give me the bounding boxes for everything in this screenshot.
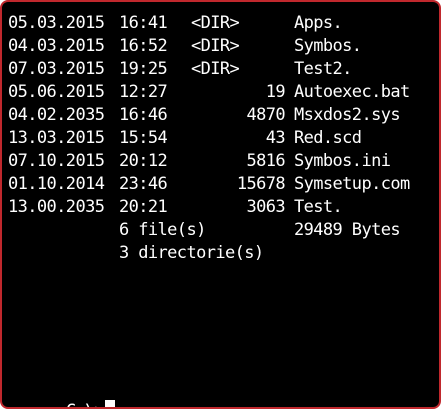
summary-dirs-row: 3 directorie(s) <box>8 242 433 265</box>
entry-date: 01.10.2014 <box>8 174 105 194</box>
entry-size: 43 <box>265 128 286 148</box>
entry-time: 15:54 <box>119 128 168 148</box>
entry-date: 04.03.2015 <box>8 36 105 56</box>
entry-date: 13.00.2035 <box>8 197 105 217</box>
entry-time: 20:12 <box>119 151 168 171</box>
directory-count: 3 directorie(s) <box>119 243 264 263</box>
entry-name: Red.scd <box>294 128 362 148</box>
entry-size: 3063 <box>246 197 285 217</box>
entry-name: Test2. <box>294 59 352 79</box>
entry-date: 13.03.2015 <box>8 128 105 148</box>
entry-name: Autoexec.bat <box>294 82 410 102</box>
listing-row: 13.00.2035 20:21 3063 Test. <box>8 196 433 219</box>
entry-size: 5816 <box>246 151 285 171</box>
entry-time: 19:25 <box>119 59 168 79</box>
entry-date: 05.06.2015 <box>8 82 105 102</box>
entry-name: Symsetup.com <box>294 174 410 194</box>
entry-time: 16:52 <box>119 36 168 56</box>
entry-size: 19 <box>265 82 286 102</box>
listing-row: 13.03.2015 15:54 43 Red.scd <box>8 127 433 150</box>
entry-name: Symbos.ini <box>294 151 391 171</box>
listing-row: 05.06.2015 12:27 19 Autoexec.bat <box>8 81 433 104</box>
listing-row: 04.03.2015 16:52 <DIR> Symbos. <box>8 35 433 58</box>
entry-name: Apps. <box>294 13 343 33</box>
entry-size: 15678 <box>236 174 286 194</box>
listing-row: 07.10.2015 20:12 5816 Symbos.ini <box>8 150 433 173</box>
listing-row: 04.02.2035 16:46 4870 Msxdos2.sys <box>8 104 433 127</box>
listing-row: 05.03.2015 16:41 <DIR> Apps. <box>8 12 433 35</box>
entry-time: 16:41 <box>119 13 168 33</box>
command-prompt[interactable]: C:\> <box>8 377 116 407</box>
total-bytes: 29489 Bytes <box>294 220 401 240</box>
listing-row: 01.10.2014 23:46 15678 Symsetup.com <box>8 173 433 196</box>
entry-time: 20:21 <box>119 197 168 217</box>
listing-row: 07.03.2015 19:25 <DIR> Test2. <box>8 58 433 81</box>
entry-dir-tag: <DIR> <box>191 36 240 56</box>
entry-name: Test. <box>294 197 343 217</box>
entry-dir-tag: <DIR> <box>191 59 240 79</box>
terminal-window: 05.03.2015 16:41 <DIR> Apps. 04.03.2015 … <box>0 0 441 409</box>
entry-date: 07.03.2015 <box>8 59 105 79</box>
entry-name: Msxdos2.sys <box>294 105 401 125</box>
entry-date: 07.10.2015 <box>8 151 105 171</box>
entry-name: Symbos. <box>294 36 362 56</box>
entry-date: 05.03.2015 <box>8 13 105 33</box>
terminal-output: 05.03.2015 16:41 <DIR> Apps. 04.03.2015 … <box>8 12 433 407</box>
prompt-text: C:\> <box>66 401 105 407</box>
entry-time: 23:46 <box>119 174 168 194</box>
entry-time: 12:27 <box>119 82 168 102</box>
entry-size: 4870 <box>246 105 285 125</box>
text-cursor <box>105 400 116 407</box>
file-count: 6 file(s) <box>119 220 206 240</box>
entry-time: 16:46 <box>119 105 168 125</box>
summary-files-row: 6 file(s) 29489 Bytes <box>8 219 433 242</box>
entry-dir-tag: <DIR> <box>191 13 240 33</box>
entry-date: 04.02.2035 <box>8 105 105 125</box>
